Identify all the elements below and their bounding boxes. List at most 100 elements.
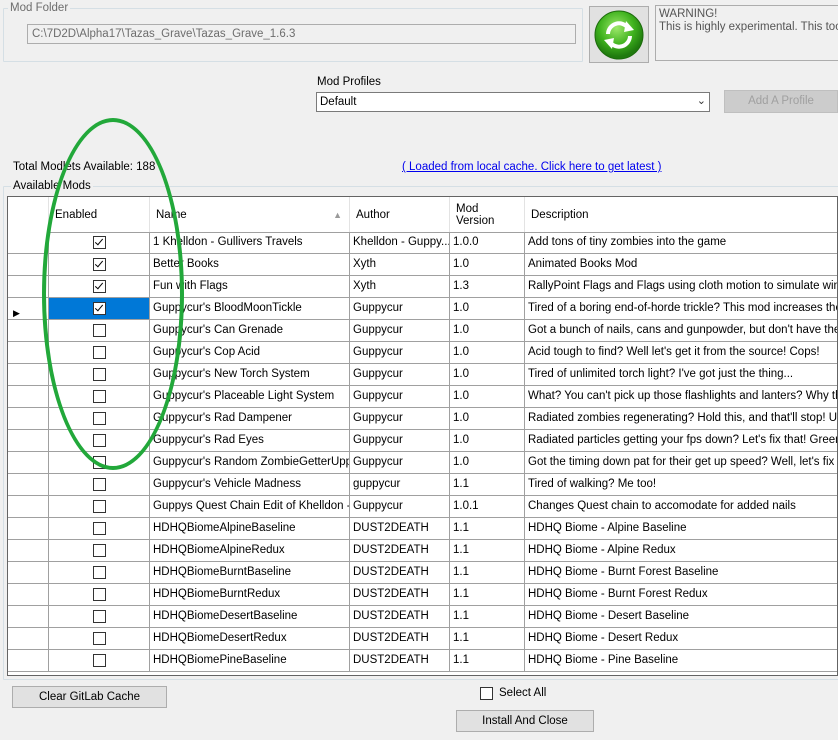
version-cell[interactable]: 1.0	[450, 254, 525, 276]
description-cell[interactable]: Got a bunch of nails, cans and gunpowder…	[525, 320, 837, 342]
author-cell[interactable]: DUST2DEATH	[350, 628, 450, 650]
row-header[interactable]	[8, 540, 49, 562]
enabled-cell[interactable]	[49, 364, 150, 386]
author-cell[interactable]: Guppycur	[350, 430, 450, 452]
table-row[interactable]: Guppycur's Cop Acid Guppycur 1.0 Acid tough…	[8, 342, 837, 364]
version-cell[interactable]: 1.1	[450, 562, 525, 584]
version-cell[interactable]: 1.3	[450, 276, 525, 298]
version-cell[interactable]: 1.0	[450, 452, 525, 474]
author-cell[interactable]: Xyth	[350, 276, 450, 298]
enabled-cell[interactable]	[49, 540, 150, 562]
version-cell[interactable]: 1.0	[450, 320, 525, 342]
author-cell[interactable]: Guppycur	[350, 408, 450, 430]
row-header[interactable]	[8, 584, 49, 606]
enabled-cell[interactable]	[49, 276, 150, 298]
name-cell[interactable]: HDHQBiomePineBaseline	[150, 650, 350, 672]
enabled-cell[interactable]	[49, 254, 150, 276]
enabled-cell[interactable]	[49, 232, 150, 254]
warning-textbox[interactable]: WARNING! This is highly experimental. Th…	[655, 5, 838, 61]
enabled-checkbox[interactable]	[93, 478, 106, 491]
enabled-checkbox[interactable]	[93, 566, 106, 579]
enabled-cell[interactable]	[49, 430, 150, 452]
version-cell[interactable]: 1.1	[450, 606, 525, 628]
enabled-checkbox[interactable]	[93, 302, 106, 315]
author-cell[interactable]: DUST2DEATH	[350, 606, 450, 628]
enabled-checkbox[interactable]	[93, 412, 106, 425]
table-row[interactable]: Guppycur's Placeable Light System Guppycu…	[8, 386, 837, 408]
enabled-checkbox[interactable]	[93, 522, 106, 535]
table-row[interactable]: HDHQBiomePineBaseline DUST2DEATH 1.1 HDHQ B…	[8, 650, 837, 672]
enabled-cell[interactable]	[49, 496, 150, 518]
select-all-checkbox[interactable]	[480, 687, 493, 700]
enabled-checkbox[interactable]	[93, 632, 106, 645]
description-cell[interactable]: Radiated particles getting your fps down…	[525, 430, 837, 452]
row-header[interactable]	[8, 518, 49, 540]
table-row[interactable]: HDHQBiomeDesertBaseline DUST2DEATH 1.1 HDHQ…	[8, 606, 837, 628]
author-cell[interactable]: Guppycur	[350, 320, 450, 342]
description-cell[interactable]: HDHQ Biome - Desert Baseline	[525, 606, 837, 628]
author-cell[interactable]: Khelldon - Guppy...	[350, 232, 450, 254]
table-row[interactable]: Better Books Xyth 1.0 Animated Books Mod	[8, 254, 837, 276]
description-cell[interactable]: HDHQ Biome - Pine Baseline	[525, 650, 837, 672]
row-header[interactable]	[8, 386, 49, 408]
name-cell[interactable]: Guppycur's New Torch System	[150, 364, 350, 386]
version-cell[interactable]: 1.1	[450, 540, 525, 562]
enabled-checkbox[interactable]	[93, 654, 106, 667]
table-row[interactable]: Guppycur's Random ZombieGetterUpper Guppy…	[8, 452, 837, 474]
add-profile-button[interactable]: Add A Profile	[724, 90, 838, 113]
enabled-checkbox[interactable]	[93, 588, 106, 601]
author-cell[interactable]: Guppycur	[350, 386, 450, 408]
column-header-enabled[interactable]: Enabled	[49, 197, 150, 232]
description-cell[interactable]: Acid tough to find? Well let's get it fr…	[525, 342, 837, 364]
enabled-cell[interactable]	[49, 584, 150, 606]
version-cell[interactable]: 1.0	[450, 408, 525, 430]
enabled-cell[interactable]	[49, 408, 150, 430]
name-cell[interactable]: Guppycur's Rad Dampener	[150, 408, 350, 430]
name-cell[interactable]: Guppycur's Cop Acid	[150, 342, 350, 364]
table-row[interactable]: Guppys Quest Chain Edit of Khelldon - ..…	[8, 496, 837, 518]
version-cell[interactable]: 1.1	[450, 628, 525, 650]
row-header[interactable]	[8, 254, 49, 276]
row-header[interactable]	[8, 496, 49, 518]
author-cell[interactable]: Guppycur	[350, 496, 450, 518]
description-cell[interactable]: Changes Quest chain to accomodate for ad…	[525, 496, 837, 518]
column-header-description[interactable]: Description	[525, 197, 837, 232]
author-cell[interactable]: DUST2DEATH	[350, 562, 450, 584]
row-header[interactable]	[8, 430, 49, 452]
author-cell[interactable]: DUST2DEATH	[350, 518, 450, 540]
table-row[interactable]: 1 Khelldon - Gullivers Travels Khelldon -…	[8, 232, 837, 254]
version-cell[interactable]: 1.1	[450, 650, 525, 672]
enabled-cell[interactable]	[49, 518, 150, 540]
description-cell[interactable]: RallyPoint Flags and Flags using cloth m…	[525, 276, 837, 298]
name-cell[interactable]: Better Books	[150, 254, 350, 276]
name-cell[interactable]: HDHQBiomeAlpineBaseline	[150, 518, 350, 540]
row-header[interactable]	[8, 408, 49, 430]
row-header[interactable]	[8, 562, 49, 584]
enabled-cell[interactable]	[49, 342, 150, 364]
enabled-cell[interactable]	[49, 386, 150, 408]
row-header[interactable]	[8, 628, 49, 650]
enabled-checkbox[interactable]	[93, 346, 106, 359]
author-cell[interactable]: Guppycur	[350, 364, 450, 386]
enabled-checkbox[interactable]	[93, 368, 106, 381]
version-cell[interactable]: 1.0	[450, 342, 525, 364]
version-cell[interactable]: 1.0.1	[450, 496, 525, 518]
enabled-checkbox[interactable]	[93, 500, 106, 513]
row-header[interactable]	[8, 320, 49, 342]
enabled-cell[interactable]	[49, 320, 150, 342]
author-cell[interactable]: guppycur	[350, 474, 450, 496]
name-cell[interactable]: Guppycur's Can Grenade	[150, 320, 350, 342]
author-cell[interactable]: DUST2DEATH	[350, 584, 450, 606]
table-row[interactable]: HDHQBiomeDesertRedux DUST2DEATH 1.1 HDHQ Bi…	[8, 628, 837, 650]
description-cell[interactable]: Tired of unlimited torch light? I've got…	[525, 364, 837, 386]
author-cell[interactable]: DUST2DEATH	[350, 540, 450, 562]
version-cell[interactable]: 1.1	[450, 518, 525, 540]
mod-profiles-select[interactable]: Default ⌄	[316, 92, 710, 112]
name-cell[interactable]: Guppys Quest Chain Edit of Khelldon - ..…	[150, 496, 350, 518]
name-cell[interactable]: 1 Khelldon - Gullivers Travels	[150, 232, 350, 254]
version-cell[interactable]: 1.1	[450, 584, 525, 606]
name-cell[interactable]: Guppycur's BloodMoonTickle	[150, 298, 350, 320]
author-cell[interactable]: Guppycur	[350, 342, 450, 364]
enabled-checkbox[interactable]	[93, 610, 106, 623]
column-header-author[interactable]: Author	[350, 197, 450, 232]
